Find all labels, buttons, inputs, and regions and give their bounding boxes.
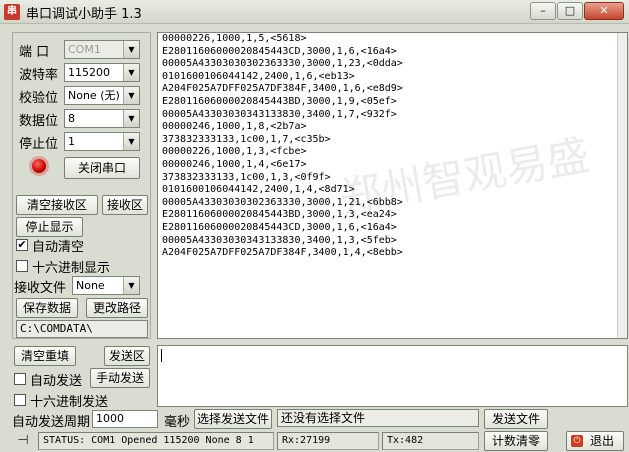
- hex-send-checkbox[interactable]: [14, 394, 26, 406]
- databits-label: 数据位: [19, 114, 59, 129]
- parity-label: 校验位: [19, 91, 59, 106]
- pin-icon: ⊣: [17, 433, 29, 448]
- rx-counter: Rx:27199: [277, 432, 379, 450]
- receive-file-label: 接收文件: [14, 281, 67, 296]
- auto-send-checkbox[interactable]: [14, 373, 26, 385]
- parity-value: None (无): [68, 89, 120, 102]
- baud-label: 波特率: [19, 68, 59, 83]
- save-data-button[interactable]: 保存数据: [16, 298, 78, 318]
- chevron-down-icon: ▼: [123, 87, 139, 104]
- baud-value: 115200: [68, 66, 110, 79]
- hex-display-checkbox[interactable]: [16, 260, 28, 272]
- tx-counter: Tx:482: [382, 432, 479, 450]
- port-status-led-icon: [32, 159, 46, 173]
- parity-select[interactable]: None (无) ▼: [64, 86, 140, 105]
- clear-receive-button[interactable]: 清空接收区: [16, 195, 98, 215]
- maximize-button[interactable]: □: [557, 2, 583, 20]
- port-label: 端 口: [19, 45, 50, 60]
- minimize-button[interactable]: –: [530, 2, 556, 20]
- stopbits-value: 1: [68, 135, 75, 148]
- exit-label: 退出: [589, 434, 614, 448]
- auto-send-label: 自动发送: [30, 374, 83, 389]
- close-window-button[interactable]: ✕: [584, 2, 624, 20]
- stopbits-label: 停止位: [19, 137, 59, 152]
- clear-resend-button[interactable]: 清空重填: [14, 346, 76, 366]
- receive-file-value: None: [76, 279, 105, 292]
- text-caret: [161, 349, 162, 362]
- close-port-button[interactable]: 关闭串口: [64, 157, 140, 179]
- chevron-down-icon: ▼: [123, 64, 139, 81]
- send-period-label: 自动发送周期: [12, 415, 91, 430]
- choose-send-file-button[interactable]: 选择发送文件: [194, 409, 272, 429]
- receive-data-text: 00000226,1000,1,5,<5618> E28011606000020…: [162, 33, 403, 259]
- chevron-down-icon: ▼: [123, 41, 139, 58]
- send-area-button[interactable]: 发送区: [104, 346, 150, 366]
- status-text: STATUS: COM1 Opened 115200 None 8 1: [38, 432, 274, 450]
- chevron-down-icon: ▼: [123, 277, 139, 294]
- auto-clear-label: 自动清空: [32, 240, 85, 255]
- save-path-field: C:\COMDATA\: [16, 320, 148, 338]
- receive-textarea[interactable]: 00000226,1000,1,5,<5618> E28011606000020…: [157, 32, 628, 339]
- send-file-button[interactable]: 发送文件: [484, 409, 548, 429]
- power-icon: ⏻: [571, 435, 583, 447]
- ms-label: 毫秒: [164, 415, 191, 430]
- app-icon: 串: [4, 4, 20, 20]
- change-path-button[interactable]: 更改路径: [86, 298, 148, 318]
- title-bar: 串 串口调试小助手 1.3 – □ ✕: [0, 0, 629, 24]
- file-status-field: 还没有选择文件: [277, 409, 479, 427]
- databits-select[interactable]: 8 ▼: [64, 109, 140, 128]
- port-value: COM1: [68, 43, 101, 56]
- count-clear-button[interactable]: 计数清零: [484, 431, 548, 451]
- stopbits-select[interactable]: 1 ▼: [64, 132, 140, 151]
- databits-value: 8: [68, 112, 75, 125]
- stop-display-button[interactable]: 停止显示: [16, 217, 83, 237]
- send-textarea[interactable]: [157, 345, 628, 407]
- hex-send-label: 十六进制发送: [30, 395, 109, 410]
- chevron-down-icon: ▼: [123, 133, 139, 150]
- window-title: 串口调试小助手 1.3: [26, 7, 142, 22]
- manual-send-button[interactable]: 手动发送: [90, 368, 150, 388]
- auto-clear-checkbox[interactable]: ✔: [16, 239, 28, 251]
- hex-display-label: 十六进制显示: [32, 261, 111, 276]
- chevron-down-icon: ▼: [123, 110, 139, 127]
- port-select[interactable]: COM1 ▼: [64, 40, 140, 59]
- receive-area-button[interactable]: 接收区: [102, 195, 148, 215]
- receive-scrollbar[interactable]: [617, 33, 627, 338]
- send-period-input[interactable]: 1000: [92, 410, 158, 428]
- baud-select[interactable]: 115200 ▼: [64, 63, 140, 82]
- exit-button[interactable]: ⏻ 退出: [566, 431, 624, 451]
- receive-file-select[interactable]: None ▼: [72, 276, 140, 295]
